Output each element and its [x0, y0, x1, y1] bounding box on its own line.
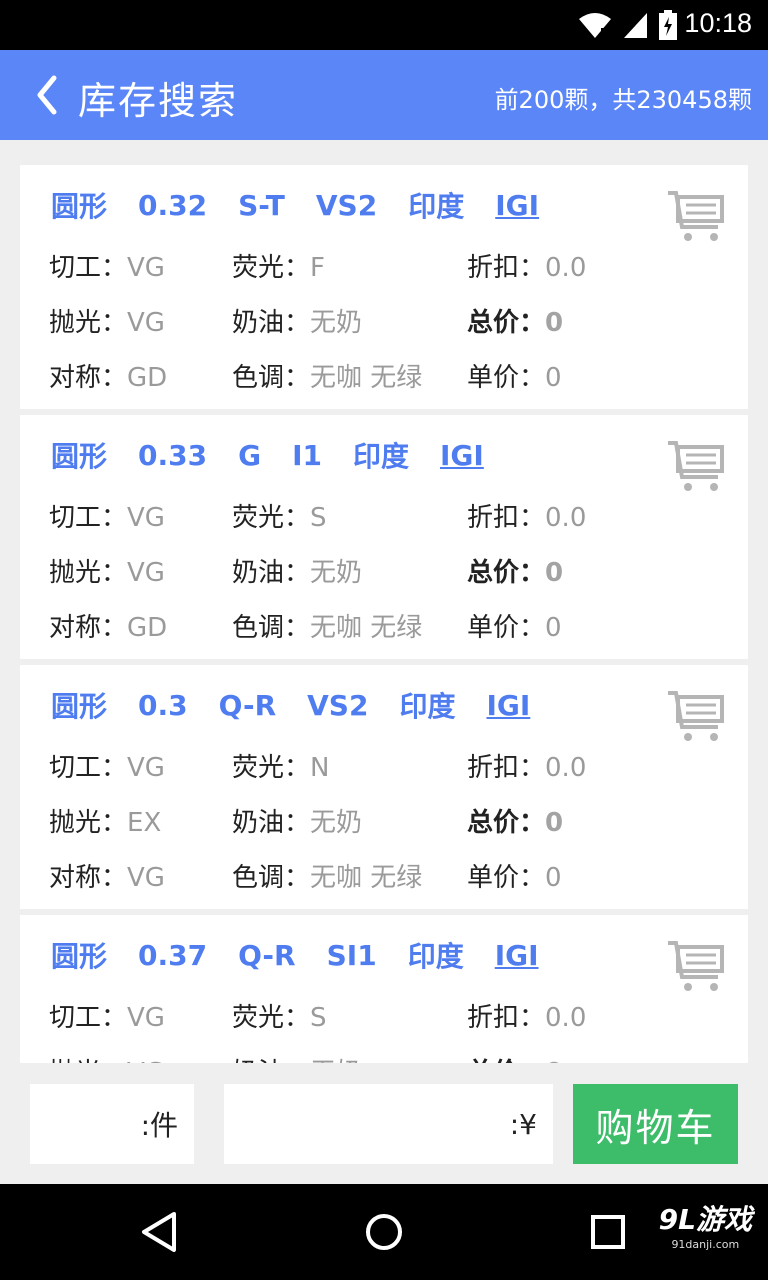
fluor-value: F	[310, 253, 325, 283]
discount-value: 0.0	[545, 253, 587, 283]
symmetry-value: GD	[127, 363, 168, 393]
nav-back-icon[interactable]	[136, 1208, 184, 1256]
fluor-value: S	[310, 503, 327, 533]
polish-value: VG	[127, 308, 165, 338]
detail-row: 抛光：VG 奶油：无奶 总价：0	[49, 558, 564, 588]
milk-value: 无奶	[310, 308, 363, 338]
cut-value: VG	[127, 753, 165, 783]
carat: 0.32	[138, 188, 208, 222]
symmetry-value: GD	[127, 613, 168, 643]
shopping-cart-icon[interactable]	[666, 187, 726, 245]
status-time: 10:18	[684, 8, 752, 38]
detail-row: 对称：GD 色调：无咖 无绿 单价：0	[49, 363, 562, 393]
total-value: 0	[545, 558, 564, 588]
clarity: I1	[292, 438, 322, 472]
tone-value: 无咖 无绿	[310, 613, 423, 643]
shopping-cart-icon[interactable]	[666, 437, 726, 495]
total-value: 0	[545, 808, 564, 838]
clarity: SI1	[326, 938, 377, 972]
price-suffix: :¥	[509, 1107, 537, 1141]
shopping-cart-icon[interactable]	[666, 937, 726, 995]
nav-home-icon[interactable]	[360, 1208, 408, 1256]
page-title: 库存搜索	[78, 79, 239, 123]
card-header: 圆形 0.37 Q-R SI1 印度 IGI	[51, 935, 539, 975]
color-grade: Q-R	[238, 938, 296, 972]
battery-icon	[659, 10, 677, 40]
wifi-icon	[579, 13, 611, 38]
detail-row: 抛光：VG 奶油：无奶 总价：0	[49, 1052, 729, 1063]
cut-value: VG	[127, 1003, 165, 1033]
carat: 0.37	[138, 938, 208, 972]
discount-value: 0.0	[545, 1003, 587, 1033]
tone-value: 无咖 无绿	[310, 363, 423, 393]
nav-recents-icon[interactable]	[584, 1208, 632, 1256]
color-grade: S-T	[238, 188, 285, 222]
quantity-suffix: :件	[140, 1109, 178, 1142]
polish-value: VG	[127, 558, 165, 588]
total-value: 0	[545, 308, 564, 338]
card-header: 圆形 0.3 Q-R VS2 印度 IGI	[51, 685, 530, 725]
back-chevron-icon[interactable]	[30, 72, 66, 118]
diamond-card[interactable]: 圆形 0.32 S-T VS2 印度 IGI 切工：VG 荧光：F 折扣：0.0…	[20, 165, 748, 409]
origin: 印度	[407, 940, 464, 973]
bottom-bar: :件 :¥ 购物车	[0, 1063, 768, 1184]
card-header: 圆形 0.32 S-T VS2 印度 IGI	[51, 185, 539, 225]
detail-row: 切工：VG 荧光：S 折扣：0.0	[49, 503, 587, 533]
cert-link[interactable]: IGI	[440, 439, 484, 472]
shape: 圆形	[51, 940, 108, 973]
cut-value: VG	[127, 253, 165, 283]
diamond-list[interactable]: 圆形 0.32 S-T VS2 印度 IGI 切工：VG 荧光：F 折扣：0.0…	[20, 165, 748, 1063]
cert-link[interactable]: IGI	[486, 689, 530, 722]
result-summary: 前200颗，共230458颗	[494, 86, 752, 114]
detail-row: 切工：VG 荧光：N 折扣：0.0	[49, 753, 587, 783]
shape: 圆形	[51, 190, 108, 223]
detail-row: 切工：VG 荧光：F 折扣：0.0	[49, 253, 587, 283]
status-bar: 10:18	[0, 0, 768, 50]
color-grade: Q-R	[218, 688, 277, 722]
cert-link[interactable]: IGI	[495, 189, 539, 222]
unit-price-value: 0	[545, 363, 562, 393]
detail-row: 切工：VG 荧光：S 折扣：0.0	[49, 1003, 587, 1033]
detail-row: 对称：VG 色调：无咖 无绿 单价：0	[49, 863, 562, 893]
origin: 印度	[408, 190, 465, 223]
app-header: 库存搜索 前200颗，共230458颗	[0, 50, 768, 140]
fluor-value: S	[310, 1003, 327, 1033]
milk-value: 无奶	[310, 808, 363, 838]
polish-value: EX	[127, 808, 162, 838]
milk-value: 无奶	[310, 558, 363, 588]
shopping-cart-button[interactable]: 购物车	[573, 1084, 738, 1164]
color-grade: G	[238, 438, 262, 472]
unit-price-value: 0	[545, 613, 562, 643]
quantity-field[interactable]: :件	[30, 1084, 194, 1164]
detail-row: 对称：GD 色调：无咖 无绿 单价：0	[49, 613, 562, 643]
clarity: VS2	[315, 188, 378, 222]
discount-value: 0.0	[545, 503, 587, 533]
card-header: 圆形 0.33 G I1 印度 IGI	[51, 435, 484, 475]
shape: 圆形	[51, 440, 108, 473]
detail-row: 抛光：VG 奶油：无奶 总价：0	[49, 308, 564, 338]
shape: 圆形	[51, 690, 108, 723]
diamond-card[interactable]: 圆形 0.33 G I1 印度 IGI 切工：VG 荧光：S 折扣：0.0 抛光…	[20, 415, 748, 659]
cert-link[interactable]: IGI	[495, 939, 539, 972]
carat: 0.33	[138, 438, 208, 472]
detail-row: 抛光：EX 奶油：无奶 总价：0	[49, 808, 564, 838]
cut-value: VG	[127, 503, 165, 533]
discount-value: 0.0	[545, 753, 587, 783]
status-icons	[578, 10, 678, 40]
carat: 0.3	[138, 688, 188, 722]
signal-icon	[624, 13, 647, 38]
shopping-cart-icon[interactable]	[666, 687, 726, 745]
tone-value: 无咖 无绿	[310, 863, 423, 893]
watermark: 9L游戏 91danji.com	[658, 1203, 752, 1251]
nav-bar: 9L游戏 91danji.com	[0, 1184, 768, 1280]
origin: 印度	[399, 690, 456, 723]
fluor-value: N	[310, 753, 330, 783]
symmetry-value: VG	[127, 863, 165, 893]
unit-price-value: 0	[545, 863, 562, 893]
clarity: VS2	[307, 688, 369, 722]
origin: 印度	[353, 440, 410, 473]
price-field[interactable]: :¥	[224, 1084, 553, 1164]
diamond-card[interactable]: 圆形 0.37 Q-R SI1 印度 IGI 切工：VG 荧光：S 折扣：0.0…	[20, 915, 748, 1063]
diamond-card[interactable]: 圆形 0.3 Q-R VS2 印度 IGI 切工：VG 荧光：N 折扣：0.0 …	[20, 665, 748, 909]
